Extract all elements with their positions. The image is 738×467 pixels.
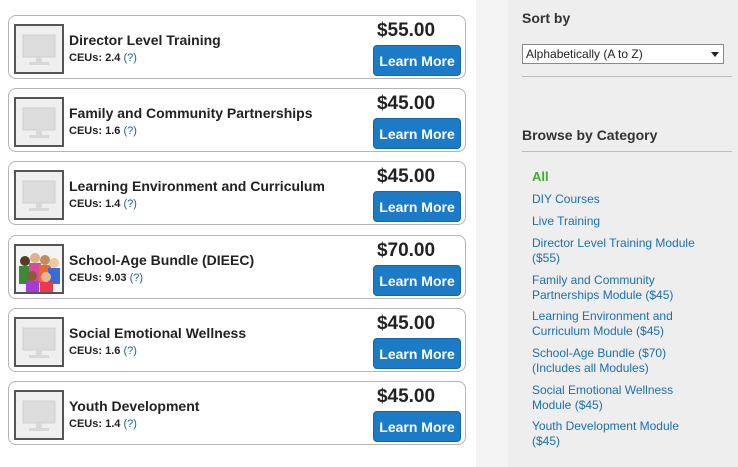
category-family-and-community-module[interactable]: Family and Community Partnerships Module… bbox=[532, 273, 717, 303]
learn-more-button[interactable]: Learn More bbox=[373, 45, 461, 76]
ceus-help-link[interactable]: (?) bbox=[123, 418, 136, 430]
ceus-label: CEUs: bbox=[69, 418, 103, 430]
children-photo bbox=[14, 244, 64, 294]
ceus-value: 1.6 bbox=[105, 345, 121, 357]
ceus-label: CEUs: bbox=[69, 198, 103, 210]
course-card-youth-development[interactable]: Youth Development CEUs: 1.4 (?) $45.00 L… bbox=[8, 381, 466, 445]
sort-heading: Sort by bbox=[522, 10, 571, 26]
course-title[interactable]: School-Age Bundle (DIEEC) bbox=[69, 252, 254, 268]
category-label: Social Emotional Wellness bbox=[532, 383, 674, 397]
course-ceus: CEUs: 1.4 (?) bbox=[69, 198, 137, 210]
course-ceus: CEUs: 1.6 (?) bbox=[69, 125, 137, 137]
ceus-help-link[interactable]: (?) bbox=[123, 125, 136, 137]
course-card-school-age-bundle[interactable]: School-Age Bundle (DIEEC) CEUs: 9.03 (?)… bbox=[8, 235, 466, 299]
ceus-help-link[interactable]: (?) bbox=[123, 345, 136, 357]
category-all[interactable]: All bbox=[532, 169, 717, 184]
monitor-icon bbox=[14, 24, 64, 74]
course-title[interactable]: Social Emotional Wellness bbox=[69, 325, 246, 341]
ceus-help-link[interactable]: (?) bbox=[130, 272, 143, 284]
category-social-emotional-wellness-module[interactable]: Social Emotional Wellness Module ($45) bbox=[532, 383, 717, 413]
ceus-label: CEUs: bbox=[69, 52, 103, 64]
ceus-value: 1.6 bbox=[105, 125, 121, 137]
ceus-value: 1.4 bbox=[105, 198, 121, 210]
ceus-label: CEUs: bbox=[69, 345, 103, 357]
course-ceus: CEUs: 2.4 (?) bbox=[69, 52, 137, 64]
course-title[interactable]: Director Level Training bbox=[69, 32, 221, 48]
category-label-line2: Curriculum Module ($45) bbox=[532, 324, 665, 338]
category-label-line2: Module ($45) bbox=[532, 398, 603, 412]
learn-more-button[interactable]: Learn More bbox=[373, 338, 461, 369]
course-price: $45.00 bbox=[376, 386, 436, 407]
course-price: $45.00 bbox=[376, 93, 436, 114]
course-price: $55.00 bbox=[376, 20, 436, 41]
divider bbox=[522, 151, 732, 152]
course-list: Director Level Training CEUs: 2.4 (?) $5… bbox=[0, 0, 476, 467]
category-label: School-Age Bundle ($70) bbox=[532, 346, 667, 360]
learn-more-button[interactable]: Learn More bbox=[373, 191, 461, 222]
browse-heading: Browse by Category bbox=[522, 127, 658, 143]
category-label-line2: ($55) bbox=[532, 251, 561, 265]
course-card-director-level-training[interactable]: Director Level Training CEUs: 2.4 (?) $5… bbox=[8, 15, 466, 79]
ceus-label: CEUs: bbox=[69, 125, 103, 137]
category-label: Family and Community bbox=[532, 273, 655, 287]
course-price: $45.00 bbox=[376, 166, 436, 187]
category-school-age-bundle[interactable]: School-Age Bundle ($70) (Includes all Mo… bbox=[532, 346, 717, 376]
sort-select-value: Alphabetically (A to Z) bbox=[526, 47, 643, 61]
category-label: DIY Courses bbox=[532, 192, 600, 206]
course-title[interactable]: Learning Environment and Curriculum bbox=[69, 178, 325, 194]
category-learning-environment-module[interactable]: Learning Environment and Curriculum Modu… bbox=[532, 309, 717, 339]
ceus-label: CEUs: bbox=[69, 272, 103, 284]
category-label: Director Level Training Module bbox=[532, 236, 695, 250]
learn-more-button[interactable]: Learn More bbox=[373, 265, 461, 296]
ceus-help-link[interactable]: (?) bbox=[123, 198, 136, 210]
category-label-line2: Partnerships Module ($45) bbox=[532, 288, 674, 302]
learn-more-button[interactable]: Learn More bbox=[373, 411, 461, 442]
category-label: Live Training bbox=[532, 214, 601, 228]
chevron-down-icon bbox=[711, 52, 719, 57]
course-price: $70.00 bbox=[376, 240, 436, 261]
category-label: Learning Environment and bbox=[532, 309, 673, 323]
monitor-icon bbox=[14, 317, 64, 367]
ceus-help-link[interactable]: (?) bbox=[123, 52, 136, 64]
monitor-icon bbox=[14, 390, 64, 440]
category-label-line2: ($45) bbox=[532, 434, 561, 448]
course-ceus: CEUs: 9.03 (?) bbox=[69, 272, 143, 284]
category-director-level-training-module[interactable]: Director Level Training Module ($55) bbox=[532, 236, 717, 266]
category-label-line2: (Includes all Modules) bbox=[532, 361, 649, 375]
ceus-value: 1.4 bbox=[105, 418, 121, 430]
course-title[interactable]: Youth Development bbox=[69, 398, 199, 414]
category-label: Youth Development Module bbox=[532, 419, 679, 433]
course-card-family-and-community-partnerships[interactable]: Family and Community Partnerships CEUs: … bbox=[8, 88, 466, 152]
learn-more-button[interactable]: Learn More bbox=[373, 118, 461, 149]
category-live-training[interactable]: Live Training bbox=[532, 214, 717, 229]
course-card-social-emotional-wellness[interactable]: Social Emotional Wellness CEUs: 1.6 (?) … bbox=[8, 308, 466, 372]
course-ceus: CEUs: 1.6 (?) bbox=[69, 345, 137, 357]
category-youth-development-module[interactable]: Youth Development Module ($45) bbox=[532, 419, 717, 449]
course-card-learning-environment-and-curriculum[interactable]: Learning Environment and Curriculum CEUs… bbox=[8, 161, 466, 225]
monitor-icon bbox=[14, 170, 64, 220]
ceus-value: 9.03 bbox=[105, 272, 127, 284]
course-ceus: CEUs: 1.4 (?) bbox=[69, 418, 137, 430]
sort-select[interactable]: Alphabetically (A to Z) bbox=[522, 44, 724, 64]
category-diy-courses[interactable]: DIY Courses bbox=[532, 192, 717, 207]
sidebar: Sort by Alphabetically (A to Z) Browse b… bbox=[508, 0, 738, 467]
ceus-value: 2.4 bbox=[105, 52, 121, 64]
category-label: All bbox=[532, 169, 549, 184]
divider bbox=[522, 76, 732, 77]
course-title[interactable]: Family and Community Partnerships bbox=[69, 105, 313, 121]
course-price: $45.00 bbox=[376, 313, 436, 334]
monitor-icon bbox=[14, 97, 64, 147]
